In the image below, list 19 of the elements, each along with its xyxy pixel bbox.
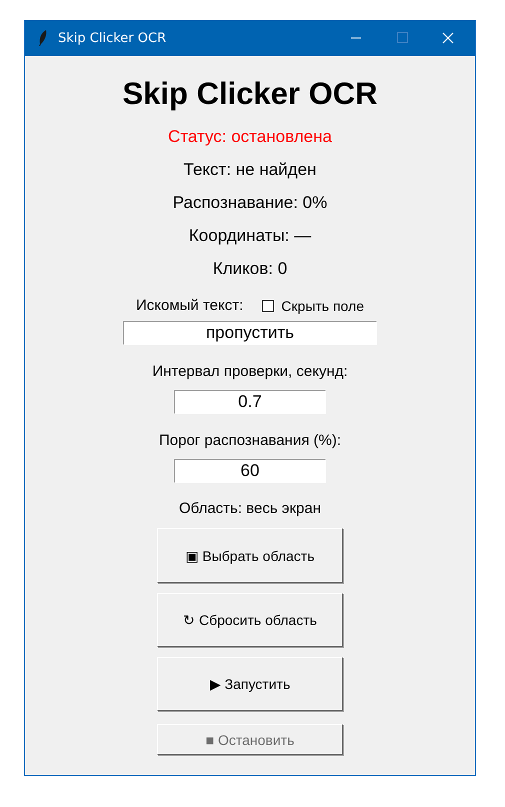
hide-field-checkbox[interactable]: Скрыть поле	[262, 298, 364, 314]
info-text: Координаты: —	[188, 226, 312, 246]
info-text: Кликов: 0	[212, 259, 288, 279]
action-button[interactable]: ▣ Выбрать область	[157, 528, 343, 583]
app-heading: Skip Clicker OCR	[122, 76, 378, 112]
action-button[interactable]: ▶ Запустить	[157, 657, 343, 711]
window-title: Skip Clicker OCR	[58, 30, 168, 46]
field-label: Порог распознавания (%):	[158, 432, 342, 450]
threshold-field[interactable]: 60	[174, 459, 326, 483]
area-text: Область: весь экран	[178, 500, 321, 518]
field-label: Интервал проверки, секунд:	[152, 363, 348, 381]
info-text: Распознавание: 0%	[172, 193, 328, 213]
field-label: Искомый текст:	[136, 297, 244, 314]
status-text: Статус: остановлена	[168, 127, 332, 147]
search-text-field[interactable]: пропустить	[123, 321, 377, 345]
feather-icon	[38, 29, 48, 47]
info-text: Текст: не найден	[184, 160, 316, 180]
action-button[interactable]: ↻ Сбросить область	[157, 593, 343, 647]
interval-field[interactable]: 0.7	[174, 390, 326, 414]
